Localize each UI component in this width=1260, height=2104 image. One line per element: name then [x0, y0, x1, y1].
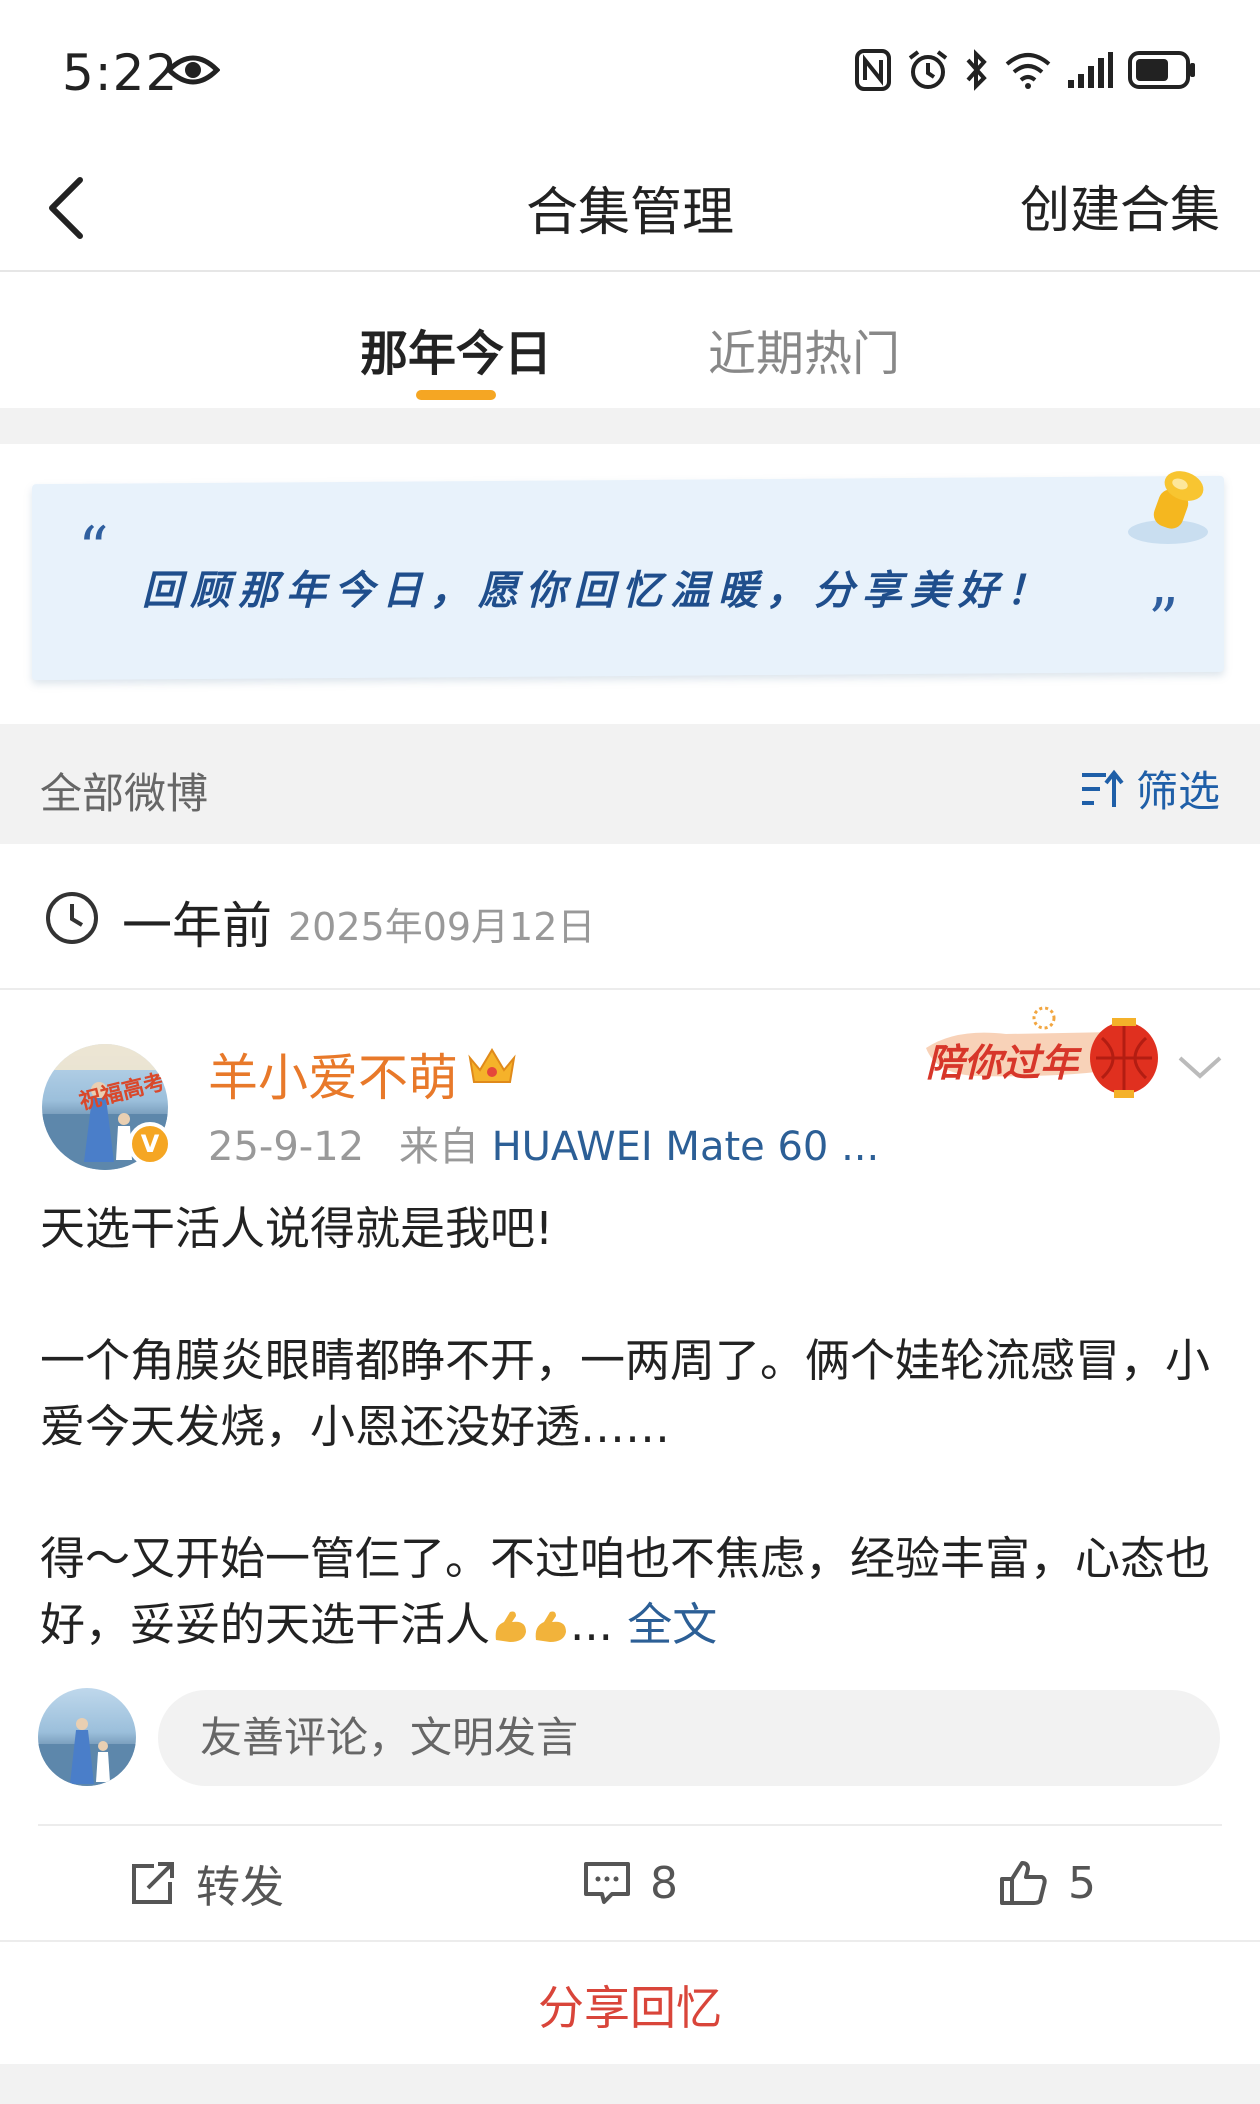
eye-icon — [166, 55, 220, 85]
like-button[interactable]: 5 — [998, 1826, 1096, 1940]
tab-bar: 那年今日 近期热门 — [0, 274, 1260, 408]
event-badge-text: 陪你过年 — [926, 1041, 1079, 1085]
post-date: 25-9-12 — [208, 1124, 365, 1170]
post-card[interactable]: 祝福高考 V 羊小爱不萌 25-9-12 来自 HUAWEI Mate 60 .… — [0, 990, 1260, 1940]
header: 合集管理 创建合集 — [0, 140, 1260, 272]
alarm-icon — [908, 50, 948, 89]
post-paragraph: 得～又开始一管仨了。不过咱也不焦虑，经验丰富，心态也好，妥妥的天选干活人... … — [40, 1526, 1220, 1658]
filter-bar: 全部微博 筛选 — [0, 724, 1260, 844]
post-text[interactable]: 天选干活人说得就是我吧! 一个角膜炎眼睛都睁不开，一两周了。俩个娃轮流感冒，小爱… — [40, 1196, 1220, 1658]
post-meta: 25-9-12 来自 HUAWEI Mate 60 ... — [208, 1114, 879, 1172]
bluetooth-icon — [966, 49, 987, 91]
read-more-link[interactable]: 全文 — [627, 1598, 717, 1651]
wifi-icon — [1005, 53, 1051, 89]
post-paragraph: 一个角膜炎眼睛都睁不开，一两周了。俩个娃轮流感冒，小爱今天发烧，小恩还没好透…… — [40, 1334, 1211, 1453]
date-row: 一年前 2025年09月12日 — [0, 844, 1260, 990]
section-gap — [0, 408, 1260, 444]
date-text: 2025年09月12日 — [288, 905, 596, 949]
create-collection-button[interactable]: 创建合集 — [1020, 170, 1220, 242]
quote-open-mark: “ — [78, 514, 109, 584]
share-memory-button[interactable]: 分享回忆 — [0, 1972, 1260, 2038]
tab-indicator — [416, 390, 496, 400]
memory-banner: “ 回顾那年今日，愿你回忆温暖，分享美好！ ” — [32, 471, 1224, 681]
status-bar: 5:22 — [0, 0, 1260, 140]
filter-label: 全部微博 — [40, 769, 209, 818]
post-ellipsis: ... — [570, 1598, 613, 1651]
post-actions: 转发 8 5 — [0, 1826, 1260, 1940]
comment-icon — [584, 1862, 630, 1904]
my-avatar — [38, 1688, 136, 1786]
signal-icon — [1068, 52, 1113, 88]
banner-text: 回顾那年今日，愿你回忆温暖，分享美好！ — [142, 567, 1054, 614]
like-count: 5 — [1068, 1857, 1096, 1909]
chevron-down-icon[interactable] — [1176, 1052, 1224, 1082]
repost-button[interactable]: 转发 — [128, 1826, 284, 1940]
status-time: 5:22 — [62, 44, 179, 102]
relative-time: 一年前 — [122, 897, 272, 955]
sort-filter-icon — [1081, 769, 1124, 807]
comment-input[interactable]: 友善评论，文明发言 — [158, 1690, 1220, 1786]
quote-close-mark: ” — [1148, 586, 1179, 656]
username[interactable]: 羊小爱不萌 — [208, 1038, 458, 1110]
post-paragraph: 天选干活人说得就是我吧! — [40, 1202, 554, 1255]
flexed-biceps-icon — [495, 1611, 527, 1642]
nfc-icon — [855, 49, 891, 91]
repost-icon — [132, 1862, 174, 1904]
bottom-gap — [0, 2064, 1260, 2104]
status-icons — [854, 48, 1198, 92]
tab-on-this-day[interactable]: 那年今日 — [360, 314, 552, 384]
pushpin-icon — [1128, 471, 1208, 544]
thumbs-up-icon — [1000, 1861, 1047, 1905]
clock-icon — [46, 892, 98, 944]
filter-button[interactable]: 筛选 — [1080, 758, 1220, 819]
post-source: HUAWEI Mate 60 ... — [491, 1124, 880, 1170]
crown-icon — [468, 1048, 516, 1083]
post-from-label: 来自 — [398, 1124, 479, 1170]
comment-button[interactable]: 8 — [582, 1826, 678, 1940]
my-avatar-image — [38, 1718, 136, 1786]
filter-button-label: 筛选 — [1135, 767, 1220, 816]
share-bar: 分享回忆 — [0, 1940, 1260, 2064]
tab-recent-hot[interactable]: 近期热门 — [708, 314, 900, 384]
repost-label: 转发 — [196, 1862, 284, 1913]
comment-count: 8 — [650, 1857, 678, 1909]
battery-icon — [1128, 51, 1195, 89]
verified-badge-icon: V — [128, 1122, 172, 1166]
post-paragraph-text: 得～又开始一管仨了。不过咱也不焦虑，经验丰富，心态也好，妥妥的天选干活人 — [40, 1532, 1211, 1651]
flexed-biceps-icon — [535, 1611, 567, 1642]
